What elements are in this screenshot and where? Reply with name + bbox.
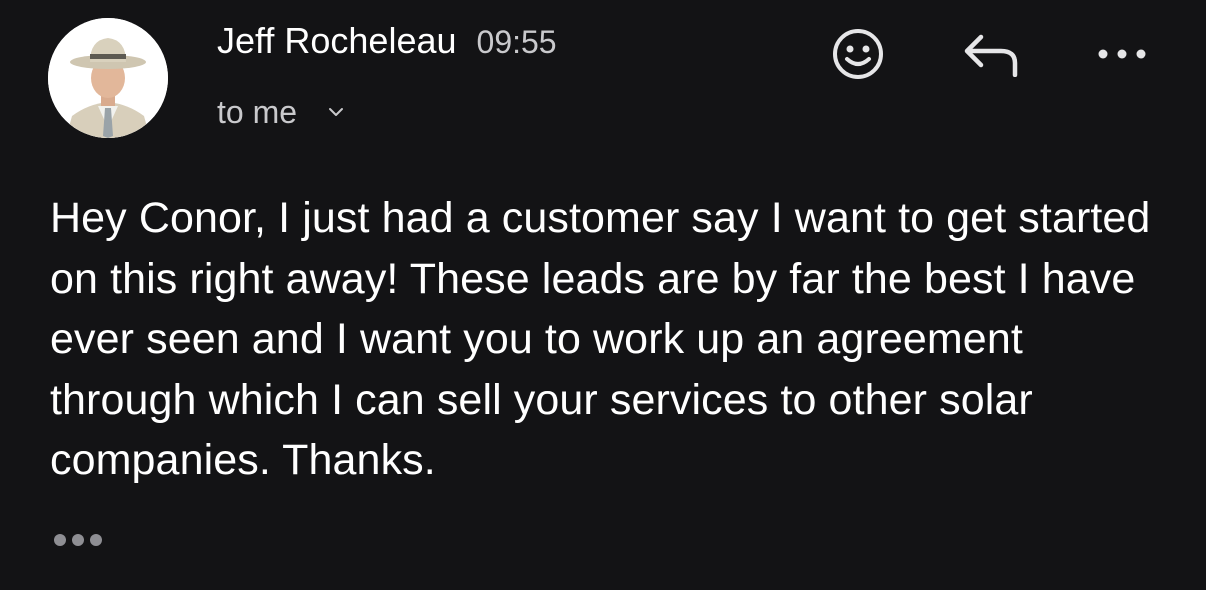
sender-line: Jeff Rocheleau 09:55 xyxy=(217,20,557,68)
show-trimmed-content-button[interactable] xyxy=(52,528,106,552)
emoji-reaction-icon xyxy=(833,29,883,79)
sender-avatar[interactable] xyxy=(48,18,168,138)
more-options-button[interactable] xyxy=(1094,26,1150,82)
message-time: 09:55 xyxy=(476,24,557,60)
avatar-photo xyxy=(48,18,168,138)
recipient-label: to me xyxy=(217,93,298,130)
chevron-down-icon xyxy=(325,101,347,123)
reply-button[interactable] xyxy=(960,26,1022,82)
more-options-icon xyxy=(1098,49,1146,59)
emoji-reaction-button[interactable] xyxy=(830,26,886,82)
message-body: Hey Conor, I just had a customer say I w… xyxy=(50,194,1151,484)
sender-name[interactable]: Jeff Rocheleau xyxy=(217,20,457,62)
show-trimmed-content-icon xyxy=(54,534,102,546)
recipient-details-toggle[interactable]: to me xyxy=(217,92,347,132)
reply-arrow-icon xyxy=(964,34,1018,77)
